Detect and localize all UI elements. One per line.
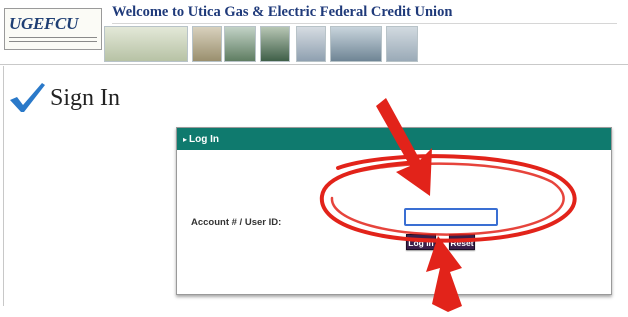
header-photo [224,26,256,62]
account-input[interactable] [404,208,498,226]
account-label: Account # / User ID: [191,217,282,228]
header-photo [296,26,326,62]
login-panel-header: ▸ Log In [177,128,611,150]
sign-in-heading: Sign In [8,80,120,116]
reset-button[interactable]: Reset [449,234,475,250]
login-panel: ▸ Log In Account # / User ID: Log In Res… [176,127,612,295]
header-photo [330,26,382,62]
header-photo [192,26,222,62]
page-left-border [3,66,4,306]
site-header: UGEFCU Welcome to Utica Gas & Electric F… [0,0,628,65]
header-photo-strip [100,26,620,62]
header-photo [104,26,188,62]
header-photo [386,26,418,62]
login-panel-title: Log In [189,133,220,145]
logo-tagline-rule [9,37,97,42]
logo-text: UGEFCU [9,14,79,33]
welcome-title: Welcome to Utica Gas & Electric Federal … [112,4,453,20]
header-photo [260,26,290,62]
login-button[interactable]: Log In [406,234,436,250]
page-title: Sign In [50,84,121,111]
checkmark-icon [10,83,45,112]
header-divider [112,23,617,24]
login-panel-body: Account # / User ID: Log In Reset [177,150,611,294]
ugefcu-logo[interactable]: UGEFCU [4,8,102,50]
arrow-right-icon: ▸ [183,134,188,144]
